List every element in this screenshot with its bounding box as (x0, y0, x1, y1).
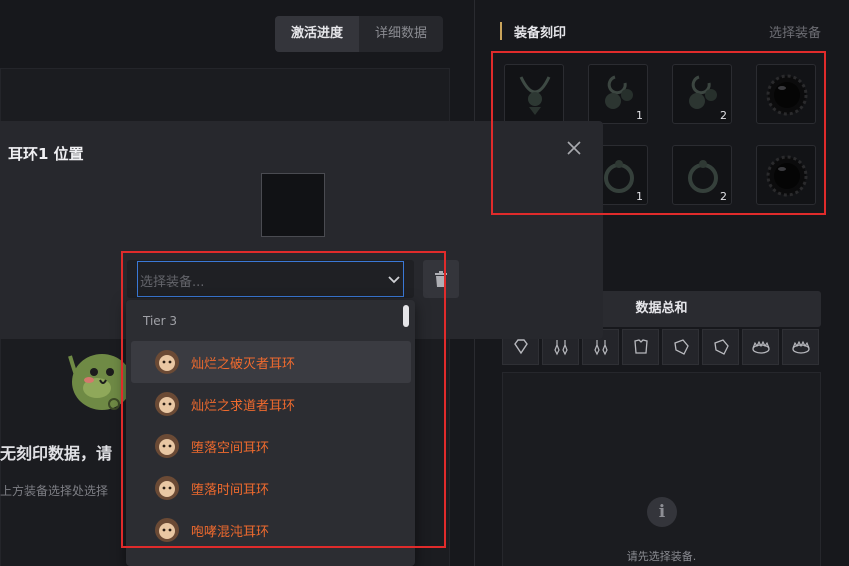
dropdown-option-label: 堕落空间耳环 (191, 441, 270, 456)
slot-count: 1 (636, 190, 643, 203)
empty-state-subtitle: 上方装备选择处选择 (0, 484, 109, 498)
dropdown-scrollbar[interactable] (403, 305, 409, 327)
trash-icon (435, 271, 447, 287)
modal-title: 耳环1 位置 (8, 145, 84, 163)
earring-portrait-icon (155, 476, 179, 500)
dropdown-option-label: 咆哮混沌耳环 (191, 525, 270, 540)
equipment-slot-necklace[interactable] (504, 64, 564, 124)
equipment-dropdown: Tier 3 灿烂之破灭者耳环 灿烂之求道者耳环 堕落空间耳环 堕落时间耳环 咆… (126, 300, 415, 566)
slot-count: 2 (720, 109, 727, 122)
delete-button[interactable] (423, 260, 459, 298)
dropdown-option-label: 堕落时间耳环 (191, 483, 270, 498)
close-icon[interactable] (565, 139, 583, 157)
earring-portrait-icon (155, 350, 179, 374)
earring-portrait-icon (155, 518, 179, 542)
dropdown-option[interactable]: 堕落时间耳环 (131, 467, 411, 509)
category-glove-2[interactable] (702, 329, 739, 365)
slot-count: 2 (720, 190, 727, 203)
empty-state-title: 无刻印数据，请 (0, 444, 113, 463)
ability-stone-icon (766, 155, 808, 197)
dropdown-option[interactable]: 灿烂之求道者耳环 (131, 383, 411, 425)
diamond-icon (513, 339, 528, 355)
ability-stone-icon (766, 74, 808, 116)
equipment-preview (261, 173, 325, 237)
equipment-slot-ring-2[interactable]: 2 (672, 145, 732, 205)
dropdown-list: 灿烂之破灭者耳环 灿烂之求道者耳环 堕落空间耳环 堕落时间耳环 咆哮混沌耳环 (131, 341, 411, 551)
category-chest-armor[interactable] (622, 329, 659, 365)
tab-detailed-data[interactable]: 详细数据 (359, 16, 443, 52)
select-placeholder: 选择装备... (140, 275, 205, 290)
crown-icon (791, 340, 810, 354)
select-equipment-link[interactable]: 选择装备 (769, 22, 821, 41)
section-title: 装备刻印 (514, 26, 567, 41)
glove-icon (713, 339, 729, 355)
glove-icon (673, 339, 689, 355)
dropdown-option[interactable]: 咆哮混沌耳环 (131, 509, 411, 551)
chevron-down-icon (388, 276, 400, 284)
stats-summary-body: i 请先选择装备. (502, 372, 821, 566)
section-accent-bar (500, 22, 502, 40)
earring-icon (593, 340, 608, 356)
dropdown-option[interactable]: 堕落空间耳环 (131, 425, 411, 467)
equipment-slot-stone-2[interactable] (756, 145, 816, 205)
category-crown-2[interactable] (782, 329, 819, 365)
chest-armor-icon (633, 339, 648, 354)
crown-icon (751, 340, 770, 354)
dropdown-option[interactable]: 灿烂之破灭者耳环 (131, 341, 411, 383)
equipment-select[interactable]: 选择装备... (127, 260, 414, 298)
earring-icon (553, 340, 568, 356)
equipment-slot-earring-1[interactable]: 1 (588, 64, 648, 124)
equipment-slot-earring-2[interactable]: 2 (672, 64, 732, 124)
necklace-icon (519, 76, 551, 115)
info-icon: i (647, 497, 677, 527)
slot-count: 1 (636, 109, 643, 122)
stats-empty-hint: 请先选择装备. (626, 550, 697, 563)
view-tabs: 激活进度 详细数据 (275, 16, 444, 52)
earring-portrait-icon (155, 434, 179, 458)
category-crown-1[interactable] (742, 329, 779, 365)
dropdown-group-label: Tier 3 (143, 314, 178, 328)
category-glove-1[interactable] (662, 329, 699, 365)
dropdown-option-label: 灿烂之求道者耳环 (191, 399, 296, 414)
tab-activation-progress[interactable]: 激活进度 (275, 16, 360, 52)
earring-portrait-icon (155, 392, 179, 416)
dropdown-option-label: 灿烂之破灭者耳环 (191, 357, 296, 372)
equipment-select-input[interactable]: 选择装备... (137, 261, 404, 297)
equipment-slot-stone-1[interactable] (756, 64, 816, 124)
